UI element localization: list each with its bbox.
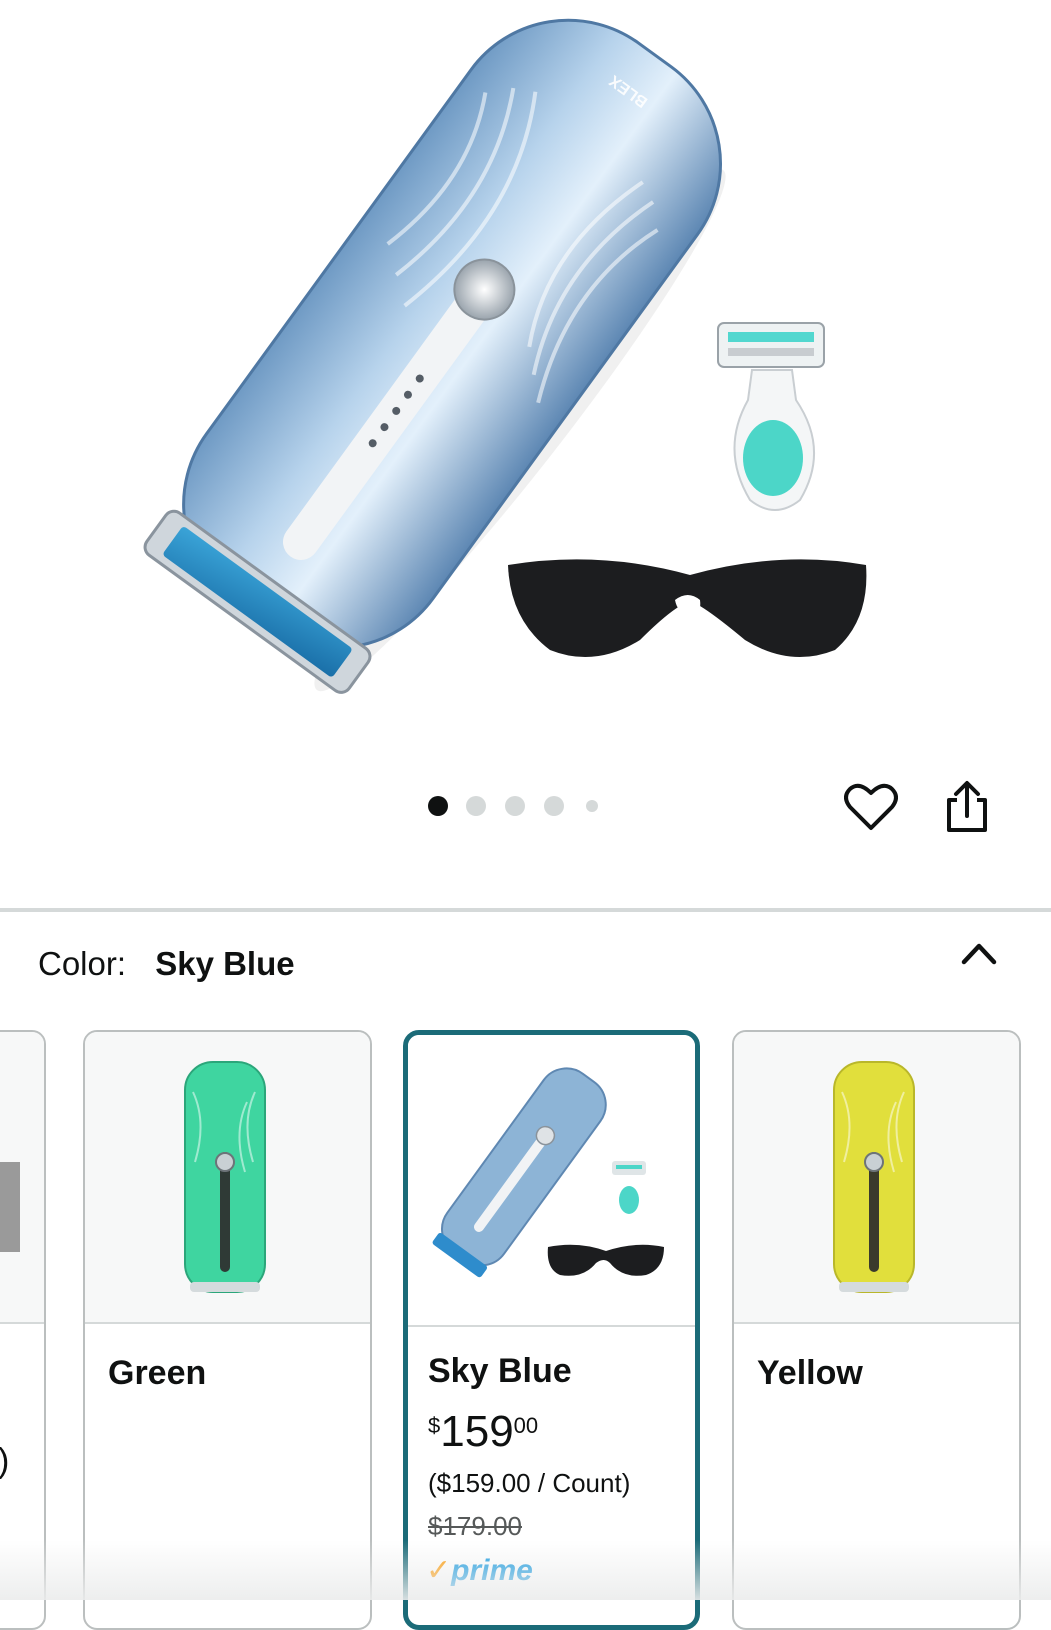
color-swatch-yellow[interactable]: Yellow xyxy=(732,1030,1021,1630)
swatch-name: Yellow xyxy=(757,1354,863,1392)
price-whole: 159 xyxy=(440,1407,514,1456)
sky-blue-bundle-image xyxy=(432,1067,664,1278)
list-price: $179.00 xyxy=(428,1511,522,1541)
swatch-text-fragment: ) xyxy=(0,1442,9,1481)
color-label: Color: xyxy=(38,945,127,982)
yellow-device-image xyxy=(833,1061,915,1293)
selected-color-value: Sky Blue xyxy=(155,945,295,982)
unit-price: ($159.00 / Count) xyxy=(428,1468,631,1498)
carousel-dot[interactable] xyxy=(505,796,525,816)
price-currency-symbol: $ xyxy=(428,1413,441,1438)
carousel-dot[interactable] xyxy=(586,800,598,812)
chevron-up-icon[interactable] xyxy=(960,940,998,971)
protective-glasses-illustration xyxy=(508,559,867,658)
color-swatch-card[interactable]: ) xyxy=(0,1030,46,1630)
prime-label: prime xyxy=(451,1554,533,1587)
carousel-dot[interactable] xyxy=(466,796,486,816)
price-fraction: 00 xyxy=(513,1413,539,1438)
prime-badge: ✓prime xyxy=(426,1553,533,1588)
green-device-image xyxy=(184,1061,266,1293)
swatch-thumbnail xyxy=(734,1032,1019,1322)
color-selector-header: Color: Sky Blue xyxy=(38,942,295,986)
card-divider xyxy=(85,1322,370,1324)
color-swatch-green[interactable]: Green xyxy=(83,1030,372,1630)
carousel-dot[interactable] xyxy=(544,796,564,816)
prime-check-icon: ✓ xyxy=(426,1554,452,1587)
swatch-name: Green xyxy=(108,1354,207,1392)
swatch-thumbnail xyxy=(85,1032,370,1322)
price: $15900 xyxy=(428,1407,538,1457)
heart-icon[interactable] xyxy=(844,780,898,832)
device-thumbnail-partial xyxy=(0,1162,20,1252)
swatch-thumbnail xyxy=(408,1035,695,1325)
card-divider xyxy=(0,1322,44,1324)
share-icon[interactable] xyxy=(944,780,990,834)
carousel-dot[interactable] xyxy=(428,796,448,816)
section-divider xyxy=(0,908,1051,912)
product-image[interactable]: BLEX xyxy=(0,0,1051,760)
swatch-thumbnail xyxy=(0,1032,44,1322)
color-swatch-sky-blue[interactable]: Sky Blue $15900 ($159.00 / Count) $179.0… xyxy=(403,1030,700,1630)
razor-illustration xyxy=(717,322,825,511)
swatch-name: Sky Blue xyxy=(428,1352,572,1390)
card-divider xyxy=(734,1322,1019,1324)
card-divider xyxy=(408,1325,695,1327)
